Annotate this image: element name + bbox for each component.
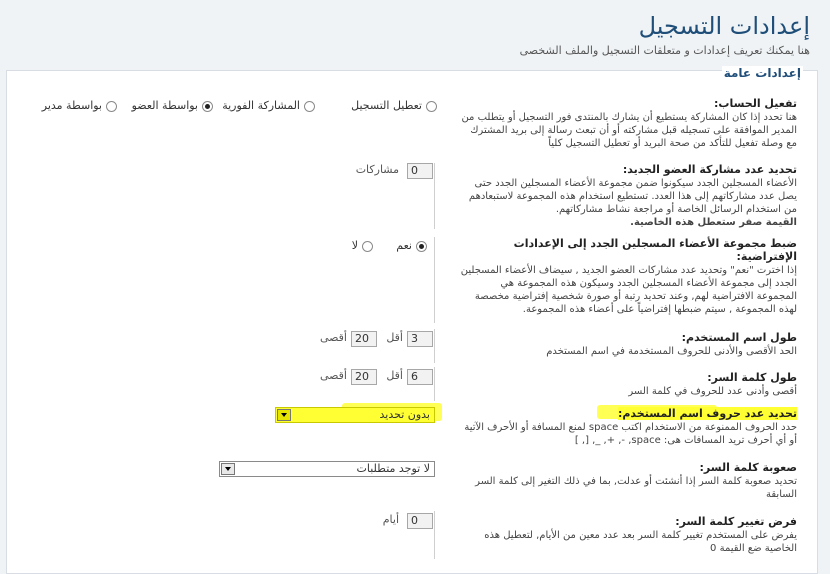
divider <box>434 163 435 229</box>
username-chars-description: تحديد عدد حروف اسم المستخدم: حدد الحروف … <box>457 407 797 447</box>
force-change-unit: أيام <box>382 513 399 526</box>
divider <box>434 511 435 559</box>
username-length-row: طول اسم المستخدم: الحد الأقصى والأدنى لل… <box>7 329 817 363</box>
page-subtitle: هنا يمكنك تعريف إعدادات و متعلقات التسجي… <box>519 44 810 57</box>
new-posts-title: تحديد عدد مشاركة العضو الجديد: <box>622 163 797 176</box>
force-change-description: فرض تغيير كلمة السر: يفرض على المستخدم ت… <box>457 515 797 555</box>
divider <box>434 367 435 401</box>
username-length-title: طول اسم المستخدم: <box>681 331 797 344</box>
activation-option-disable[interactable]: تعطيل التسجيل <box>351 99 437 113</box>
username-min-input[interactable]: 3 <box>407 331 433 347</box>
username-chars-row: تحديد عدد حروف اسم المستخدم: حدد الحروف … <box>7 403 817 457</box>
general-settings-panel: إعدادات عامة تفعيل الحساب: هنا تحدد إذا … <box>6 66 818 574</box>
radio-button[interactable] <box>106 100 117 112</box>
new-posts-unit: مشاركات <box>355 163 399 176</box>
password-complexity-row: صعوبة كلمة السر: تحديد صعوبة كلمة السر إ… <box>7 461 817 505</box>
password-min-input[interactable]: 6 <box>407 369 433 385</box>
default-group-desc: إذا اخترت "نعم" وتحديد عدد مشاركات العضو… <box>460 265 797 315</box>
password-complexity-select[interactable]: لا توجد متطلبات <box>219 461 435 477</box>
radio-button-selected[interactable] <box>416 240 427 252</box>
new-posts-count-input[interactable]: 0 <box>407 163 433 179</box>
password-complexity-desc: تحديد صعوبة كلمة السر إذا أنشئت أو عدلت,… <box>475 476 797 500</box>
username-chars-desc: حدد الحروف الممنوعة من الاستخدام اكتب sp… <box>464 422 797 446</box>
username-chars-title: تحديد عدد حروف اسم المستخدم: <box>617 407 797 420</box>
default-group-description: ضبط مجموعة الأعضاء المسجلين الجدد إلى ال… <box>457 237 797 316</box>
default-group-yes[interactable]: نعم <box>396 239 427 253</box>
password-min-label: أقل <box>386 369 403 382</box>
activation-option-admin[interactable]: بواسطة مدير <box>42 99 117 113</box>
chevron-down-icon[interactable] <box>221 463 235 475</box>
password-length-desc: أقصى وأدنى عدد للحروف في كلمة السر <box>628 386 797 397</box>
page-header: إعدادات التسجيل هنا يمكنك تعريف إعدادات … <box>0 0 830 70</box>
password-complexity-title: صعوبة كلمة السر: <box>699 461 797 474</box>
username-length-desc: الحد الأقصى والأدنى للحروف المستخدمة في … <box>546 346 797 357</box>
password-length-description: طول كلمة السر: أقصى وأدنى عدد للحروف في … <box>457 371 797 398</box>
password-complexity-description: صعوبة كلمة السر: تحديد صعوبة كلمة السر إ… <box>457 461 797 501</box>
radio-button-selected[interactable] <box>202 100 213 112</box>
activation-option-instant[interactable]: المشاركة الفورية <box>222 99 315 113</box>
activation-title: تفعيل الحساب: <box>714 97 797 110</box>
password-max-input[interactable]: 20 <box>351 369 377 385</box>
default-group-title: ضبط مجموعة الأعضاء المسجلين الجدد إلى ال… <box>513 237 797 263</box>
password-length-row: طول كلمة السر: أقصى وأدنى عدد للحروف في … <box>7 367 817 401</box>
force-change-desc: يفرض على المستخدم تغيير كلمة السر بعد عد… <box>484 530 797 554</box>
new-posts-row: تحديد عدد مشاركة العضو الجديد: الأعضاء ا… <box>7 163 817 229</box>
password-length-title: طول كلمة السر: <box>707 371 797 384</box>
new-posts-desc: الأعضاء المسجلين الجدد سيكونوا ضمن مجموع… <box>468 178 797 215</box>
force-change-title: فرض تغيير كلمة السر: <box>675 515 797 528</box>
force-change-row: فرض تغيير كلمة السر: يفرض على المستخدم ت… <box>7 511 817 561</box>
radio-button[interactable] <box>426 100 437 112</box>
default-group-no[interactable]: لا <box>352 239 373 253</box>
radio-button[interactable] <box>362 240 373 252</box>
username-max-label: أقصى <box>319 331 347 344</box>
radio-button[interactable] <box>304 100 315 112</box>
chevron-down-icon[interactable] <box>277 409 291 421</box>
username-chars-select[interactable]: بدون تحديد <box>275 407 435 423</box>
activation-row: تفعيل الحساب: هنا تحدد إذا كان المشاركة … <box>7 97 817 161</box>
activation-desc: هنا تحدد إذا كان المشاركة يستطيع أن يشار… <box>461 112 797 149</box>
activation-description: تفعيل الحساب: هنا تحدد إذا كان المشاركة … <box>457 97 797 150</box>
divider <box>434 329 435 363</box>
username-max-input[interactable]: 20 <box>351 331 377 347</box>
force-change-days-input[interactable]: 0 <box>407 513 433 529</box>
username-length-description: طول اسم المستخدم: الحد الأقصى والأدنى لل… <box>457 331 797 358</box>
password-max-label: أقصى <box>319 369 347 382</box>
panel-legend: إعدادات عامة <box>721 66 803 80</box>
new-posts-description: تحديد عدد مشاركة العضو الجديد: الأعضاء ا… <box>457 163 797 229</box>
page-title: إعدادات التسجيل <box>638 12 810 40</box>
divider <box>434 237 435 323</box>
new-posts-note: القيمة صفر ستعطل هذه الخاصية. <box>630 217 797 228</box>
activation-option-user[interactable]: بواسطة العضو <box>132 99 213 113</box>
default-group-row: ضبط مجموعة الأعضاء المسجلين الجدد إلى ال… <box>7 237 817 323</box>
username-min-label: أقل <box>386 331 403 344</box>
